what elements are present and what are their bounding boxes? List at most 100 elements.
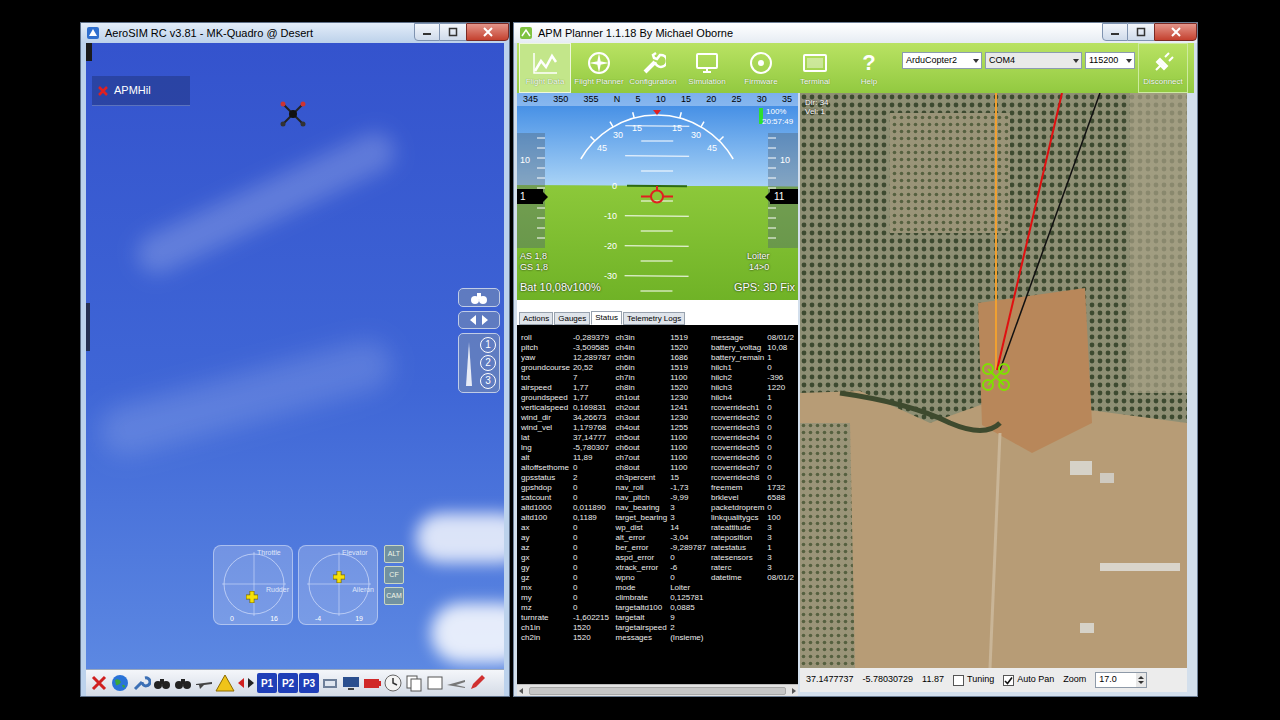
scroll-right-icon[interactable] [792, 688, 796, 694]
minimize-button[interactable] [414, 23, 440, 41]
aircraft-button[interactable] [194, 673, 214, 693]
scroll-thumb[interactable] [529, 687, 786, 695]
status-name: ch2out [616, 403, 668, 413]
status-name: rcoverridech2 [711, 413, 764, 423]
checkbox[interactable] [953, 675, 964, 686]
maximize-button[interactable] [1128, 23, 1154, 41]
heading-tick: 5 [635, 95, 640, 104]
status-name: battery_remain [711, 353, 764, 363]
status-name: wpno [616, 573, 668, 583]
title-bar: APM Planner 1.1.18 By Michael Oborne [514, 23, 1197, 43]
spin-up-icon[interactable] [1138, 676, 1144, 679]
window-icon [425, 673, 445, 693]
stick-panel[interactable]: ElevatorAileron-419 [298, 545, 378, 625]
nav-label[interactable]: Simulation [688, 77, 725, 86]
tab[interactable]: Status [591, 311, 622, 325]
preset-button[interactable]: P3 [299, 673, 319, 693]
stick-marker[interactable] [245, 590, 259, 604]
stick-value: 16 [270, 615, 278, 623]
x-button[interactable] [89, 673, 109, 693]
zoom-input[interactable]: 17.0 [1095, 672, 1147, 688]
camera-button[interactable] [458, 288, 500, 307]
status-value: 0 [573, 493, 611, 503]
scroll-left-icon[interactable] [519, 688, 523, 694]
close-button[interactable] [1154, 23, 1197, 41]
tab[interactable]: Telemetry Logs [623, 312, 685, 325]
binoculars-button[interactable] [173, 673, 193, 693]
camera-number[interactable]: 3 [480, 373, 496, 389]
tab[interactable]: Actions [519, 312, 553, 325]
status-name: altd1000 [521, 503, 570, 513]
auto-pan-toggle[interactable]: Auto Pan [1003, 673, 1054, 687]
pages-button[interactable] [404, 673, 424, 693]
preset-button[interactable]: P2 [278, 673, 298, 693]
tab[interactable]: Gauges [554, 312, 590, 325]
status-value: 1,77 [573, 383, 611, 393]
checkbox[interactable] [1003, 675, 1014, 686]
nav-button[interactable]: Flight Data [519, 43, 571, 93]
status-value: 1520 [573, 633, 611, 643]
status-name: gz [521, 573, 570, 583]
monitor-button[interactable] [341, 673, 361, 693]
wrench-button[interactable] [131, 673, 151, 693]
disconnect-label[interactable]: Disconnect [1143, 77, 1183, 86]
stick-marker[interactable] [332, 570, 346, 584]
nav-label[interactable]: Flight Planner [574, 77, 623, 86]
nav-button[interactable]: Terminal [789, 43, 841, 93]
mode-button[interactable]: ALT [384, 545, 404, 563]
status-name: rateposition [711, 533, 764, 543]
camera-select[interactable]: 1 2 3 [458, 333, 500, 393]
disconnect-button[interactable]: Disconnect [1138, 43, 1188, 93]
nav-label[interactable]: Flight Data [526, 77, 565, 86]
maximize-icon [448, 27, 458, 37]
nav-label[interactable]: Firmware [744, 77, 777, 86]
mode-button[interactable]: CAM [384, 587, 404, 605]
nav-button[interactable]: Configuration [627, 43, 679, 93]
nav-button[interactable]: Flight Planner [573, 43, 625, 93]
glider-button[interactable] [446, 673, 466, 693]
stick-cross-icon [245, 590, 259, 604]
tuning-toggle[interactable]: Tuning [953, 673, 994, 687]
nav-button[interactable]: Simulation [681, 43, 733, 93]
port-dropdown[interactable]: COM4 [985, 52, 1082, 69]
mode-button[interactable]: CF [384, 566, 404, 584]
spin-down-icon[interactable] [1138, 681, 1144, 684]
arrows-button[interactable] [236, 673, 256, 693]
nav-label[interactable]: Configuration [629, 77, 677, 86]
pencil-button[interactable] [467, 673, 487, 693]
status-value: 1100 [670, 453, 706, 463]
zoom-value[interactable]: 17.0 [1099, 673, 1136, 687]
edit-button[interactable] [320, 673, 340, 693]
stick-panel[interactable]: ThrottleRudder016 [213, 545, 293, 625]
globe-button[interactable] [110, 673, 130, 693]
preset-button[interactable]: P1 [257, 673, 277, 693]
camera-number[interactable]: 2 [480, 355, 496, 371]
checkbox-label[interactable]: Tuning [967, 673, 994, 687]
nav-label[interactable]: Help [861, 77, 877, 86]
close-button[interactable] [466, 23, 509, 41]
minimize-button[interactable] [1102, 23, 1128, 41]
nav-button[interactable]: Firmware [735, 43, 787, 93]
battery-button[interactable] [362, 673, 382, 693]
window-button[interactable] [425, 673, 445, 693]
zoom-spinner[interactable] [1136, 673, 1146, 687]
baud-dropdown[interactable]: 115200 [1085, 52, 1135, 69]
warning-button[interactable] [215, 673, 235, 693]
zoom-button[interactable] [458, 311, 500, 329]
vehicle-dropdown[interactable]: ArduCopter2 [902, 52, 982, 69]
nav-button[interactable]: ?Help [843, 43, 895, 93]
status-name: target_bearing [616, 513, 668, 523]
nav-label[interactable]: Terminal [800, 77, 830, 86]
clock-button[interactable] [383, 673, 403, 693]
status-name: nav_pitch [616, 493, 668, 503]
status-name: gy [521, 563, 570, 573]
stick-axis-label: Aileron [352, 586, 374, 594]
horizontal-scrollbar[interactable] [517, 684, 798, 696]
roll-label: 45 [594, 143, 610, 153]
maximize-button[interactable] [440, 23, 466, 41]
binoculars-button[interactable] [152, 673, 172, 693]
status-value: 0 [767, 463, 794, 473]
map-view[interactable]: Dir: 34Vel: 1 [800, 93, 1187, 668]
checkbox-label[interactable]: Auto Pan [1017, 673, 1054, 687]
camera-number[interactable]: 1 [480, 337, 496, 353]
